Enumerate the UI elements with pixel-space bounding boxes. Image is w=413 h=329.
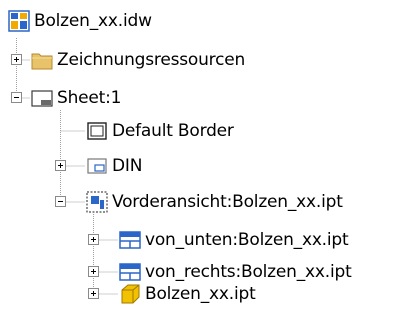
tree-item-label: DIN <box>112 156 143 176</box>
folder-icon <box>31 49 53 71</box>
collapse-toggle[interactable] <box>55 196 66 207</box>
drawing-document-icon <box>8 10 30 32</box>
tree-item-default-border[interactable]: Default Border <box>86 116 234 146</box>
tree-item-vorderansicht[interactable]: Vorderansicht:Bolzen_xx.ipt <box>86 187 343 217</box>
tree-item-label: Default Border <box>112 121 234 141</box>
tree-item-label: Zeichnungsressourcen <box>57 50 246 70</box>
tree-item-zeichnungsressourcen[interactable]: Zeichnungsressourcen <box>31 45 245 75</box>
tree-root-label: Bolzen_xx.idw <box>34 11 152 31</box>
title-block-icon <box>86 155 108 177</box>
projected-view-icon <box>119 229 141 251</box>
tree-item-label: Sheet:1 <box>57 88 122 108</box>
expand-toggle[interactable] <box>88 266 99 277</box>
tree-item-label: Bolzen_xx.ipt <box>145 284 256 304</box>
expand-toggle[interactable] <box>55 160 66 171</box>
sheet-icon <box>31 87 53 109</box>
expand-toggle[interactable] <box>88 288 99 299</box>
tree-root-node[interactable]: Bolzen_xx.idw <box>8 6 152 36</box>
expand-toggle[interactable] <box>11 54 22 65</box>
tree-item-sheet-1[interactable]: Sheet:1 <box>31 83 121 113</box>
tree-item-von-unten[interactable]: von_unten:Bolzen_xx.ipt <box>119 225 349 255</box>
tree-item-din[interactable]: DIN <box>86 151 142 181</box>
tree-item-label: von_unten:Bolzen_xx.ipt <box>145 230 349 250</box>
part-icon <box>119 283 141 305</box>
tree-item-label: Vorderansicht:Bolzen_xx.ipt <box>112 192 343 212</box>
model-browser-tree: Bolzen_xx.idw Zeichnungsressourcen Sheet… <box>0 0 413 329</box>
base-view-icon <box>86 191 108 213</box>
expand-toggle[interactable] <box>88 234 99 245</box>
tree-item-bolzen-part[interactable]: Bolzen_xx.ipt <box>119 279 256 309</box>
collapse-toggle[interactable] <box>11 92 22 103</box>
border-icon <box>86 120 108 142</box>
